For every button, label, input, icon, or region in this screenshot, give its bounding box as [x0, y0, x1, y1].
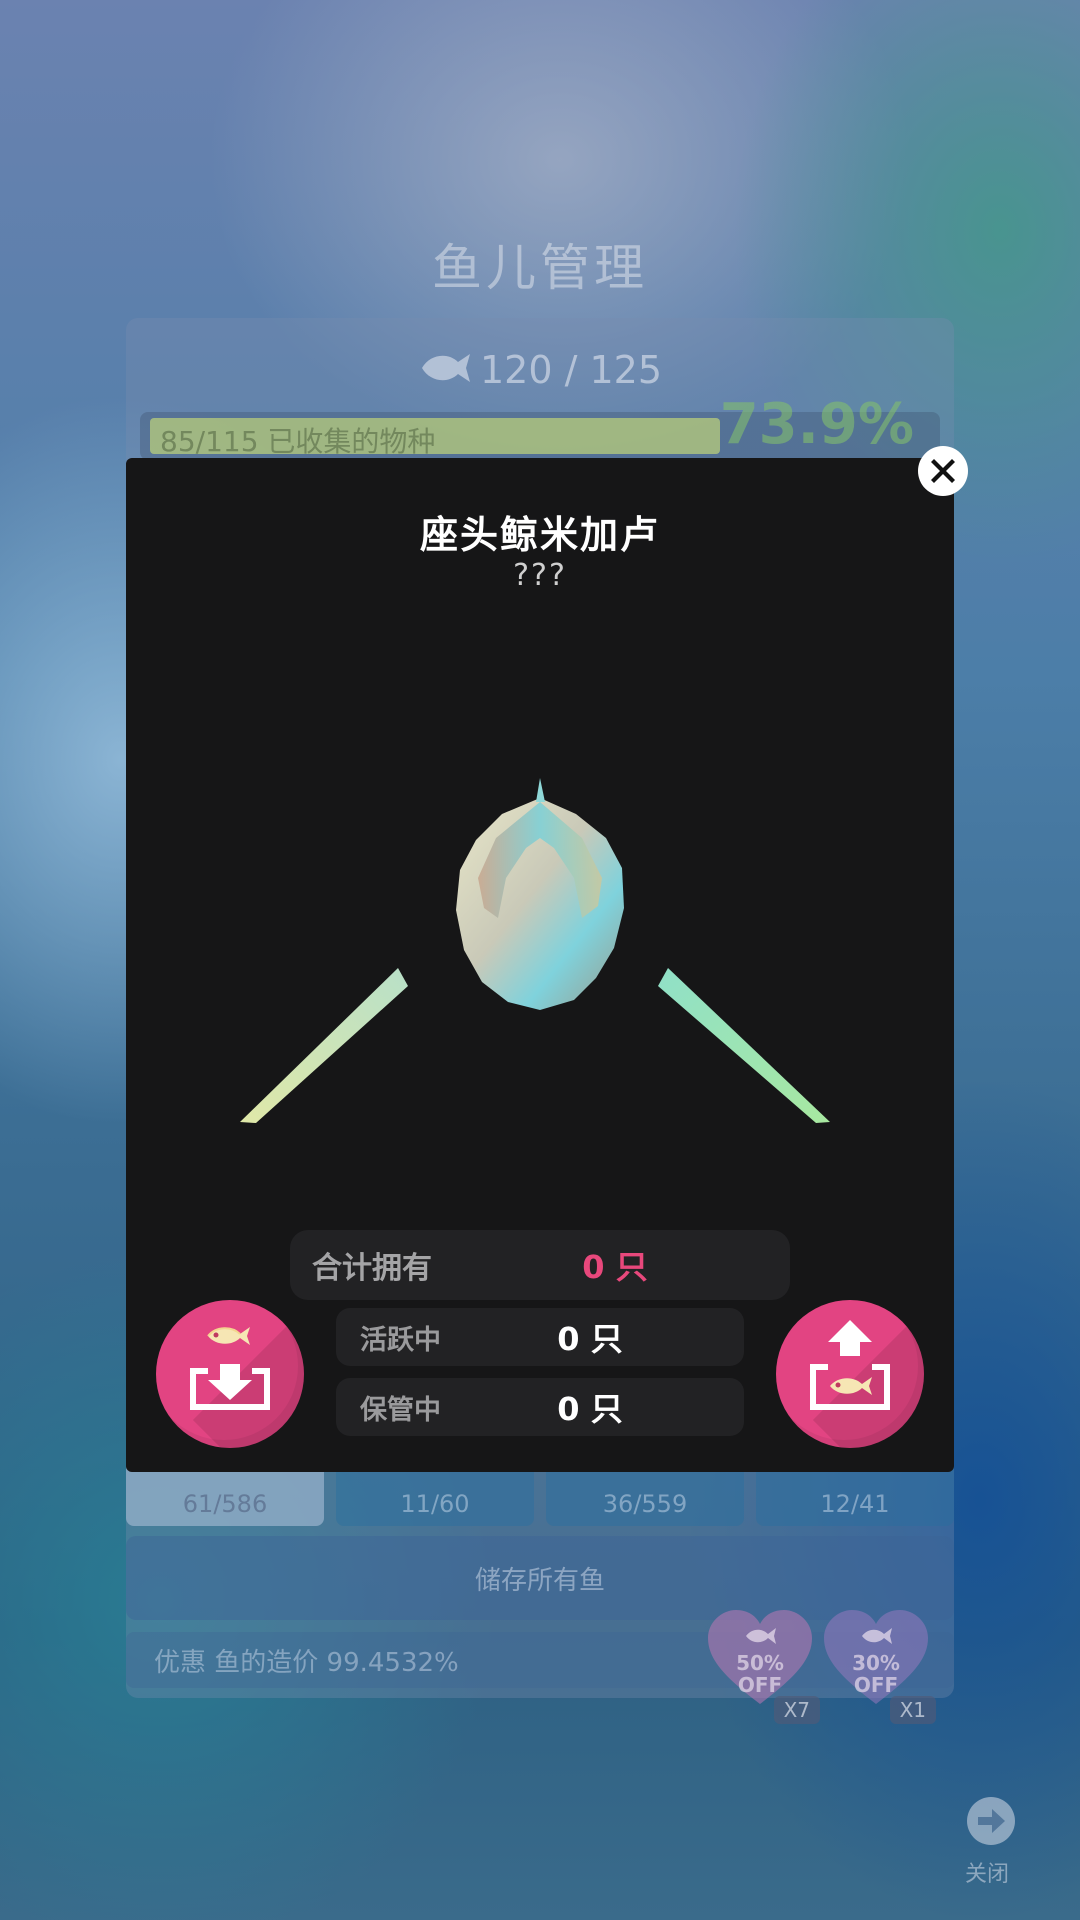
coupon-50[interactable]: 50% OFF X7	[706, 1608, 820, 1724]
total-owned-value: 0 只	[582, 1248, 648, 1286]
collection-progress-label: 85/115 已收集的物种	[160, 425, 436, 458]
store-fish-button[interactable]	[156, 1300, 304, 1448]
close-modal-button[interactable]	[918, 446, 968, 496]
coupon-count: X1	[889, 1696, 936, 1724]
active-value: 0 只	[557, 1320, 623, 1358]
coupon-count: X7	[773, 1696, 820, 1724]
coupon-percent: 30%	[852, 1651, 900, 1675]
arrow-right-circle-icon[interactable]	[966, 1796, 1016, 1850]
fish-count: 120 / 125	[479, 348, 663, 392]
total-owned-label: 合计拥有	[312, 1251, 432, 1286]
coupon-percent: 50%	[736, 1651, 784, 1675]
total-owned-row: 合计拥有 0 只	[290, 1230, 790, 1300]
stored-label: 保管中	[360, 1394, 441, 1426]
coupon-off: OFF	[853, 1673, 899, 1697]
store-fish-icon	[190, 1327, 270, 1410]
active-row: 活跃中 0 只	[336, 1308, 744, 1366]
coupon-30[interactable]: 30% OFF X1	[822, 1608, 936, 1724]
close-icon	[931, 459, 955, 483]
collection-percent: 73.9%	[719, 392, 914, 457]
fish-subtitle: ???	[513, 558, 567, 593]
fish-3d-model[interactable]	[226, 778, 854, 1138]
release-fish-icon	[810, 1320, 890, 1410]
close-label[interactable]: 关闭	[958, 1856, 1016, 1888]
stored-row: 保管中 0 只	[336, 1378, 744, 1436]
coupon-off: OFF	[737, 1673, 783, 1697]
release-fish-button[interactable]	[776, 1300, 924, 1448]
fish-detail-modal: 座头鲸米加卢 ??? 合计拥有 0 只 活跃中 0 只 保管中 0 只	[126, 458, 954, 1472]
fish-name: 座头鲸米加卢	[419, 513, 660, 557]
page-title: 鱼儿管理	[432, 239, 648, 297]
fish-capacity: 120 / 125	[0, 348, 1080, 395]
fish-icon	[418, 350, 472, 395]
active-label: 活跃中	[360, 1324, 441, 1356]
stored-value: 0 只	[557, 1390, 623, 1428]
